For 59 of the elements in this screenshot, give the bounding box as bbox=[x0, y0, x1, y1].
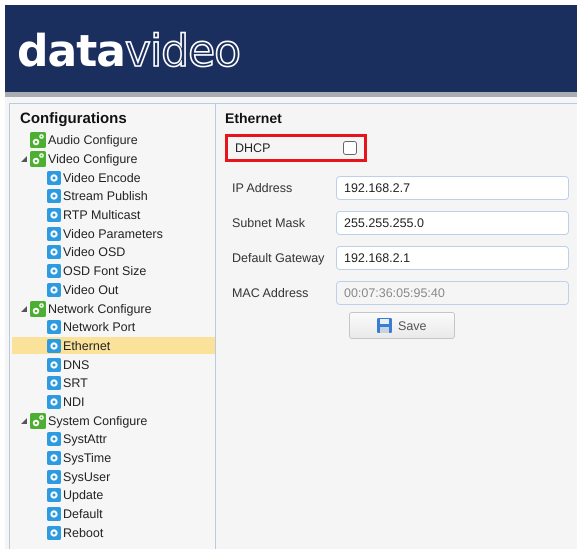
tree-item[interactable]: RTP Multicast bbox=[47, 206, 144, 224]
expanded-icon[interactable] bbox=[21, 306, 27, 312]
field-label: Subnet Mask bbox=[231, 216, 306, 230]
tree-item[interactable]: Ethernet bbox=[12, 337, 215, 354]
gear-icon bbox=[47, 394, 61, 409]
text-field[interactable]: 192.168.2.7 bbox=[336, 176, 569, 200]
gear-icon bbox=[47, 208, 61, 222]
gears-icon bbox=[30, 300, 46, 317]
gear-icon bbox=[47, 189, 61, 204]
tree-item[interactable]: Default bbox=[47, 506, 107, 523]
gear-icon bbox=[47, 226, 61, 241]
gear-icon bbox=[47, 470, 61, 484]
gear-icon bbox=[47, 358, 61, 372]
tree-item[interactable]: Video Out bbox=[47, 281, 122, 298]
tree-item[interactable]: OSD Font Size bbox=[47, 262, 150, 280]
tree-item[interactable]: Update bbox=[47, 486, 108, 504]
tree-item[interactable]: Video Configure bbox=[30, 150, 142, 168]
tree-item[interactable]: Video Parameters bbox=[47, 225, 167, 242]
gear-icon bbox=[47, 507, 61, 522]
gear-icon bbox=[47, 432, 61, 446]
tree-item[interactable]: SysUser bbox=[47, 468, 114, 486]
gear-icon bbox=[47, 526, 61, 540]
tree-item[interactable]: Stream Publish bbox=[47, 188, 152, 205]
gear-icon bbox=[47, 376, 61, 390]
tree-item[interactable]: NDI bbox=[47, 393, 89, 410]
dhcp-checkbox[interactable]: DHCP bbox=[225, 134, 367, 162]
gears-icon bbox=[30, 132, 46, 148]
gears-icon bbox=[30, 151, 46, 168]
gear-icon bbox=[47, 245, 61, 260]
field-label: MAC Address bbox=[231, 286, 310, 300]
gear-icon bbox=[47, 488, 61, 502]
section-title: Ethernet bbox=[225, 110, 283, 126]
sidebar-title: Configurations bbox=[20, 110, 128, 127]
gear-icon bbox=[47, 451, 61, 466]
field-label: Default Gateway bbox=[231, 250, 326, 264]
tree-item[interactable]: Video OSD bbox=[47, 244, 130, 261]
gear-icon bbox=[47, 170, 61, 185]
expanded-icon[interactable] bbox=[21, 156, 27, 162]
gear-icon bbox=[47, 338, 61, 353]
save-button[interactable]: Save bbox=[349, 312, 454, 339]
tree-item[interactable]: Video Encode bbox=[47, 169, 145, 186]
gear-icon bbox=[47, 264, 61, 278]
gear-icon bbox=[47, 282, 61, 297]
tree-item[interactable]: System Configure bbox=[30, 412, 152, 430]
gears-icon bbox=[30, 412, 46, 429]
tree-item[interactable]: DNS bbox=[47, 356, 94, 374]
gear-icon bbox=[47, 320, 61, 334]
tree-item[interactable]: SysTime bbox=[47, 450, 116, 467]
tree-item[interactable]: SRT bbox=[47, 374, 92, 392]
tree-item[interactable]: Reboot bbox=[47, 524, 108, 542]
expanded-icon[interactable] bbox=[21, 418, 27, 424]
logo: datavideo bbox=[17, 30, 240, 74]
tree-item[interactable]: SystAttr bbox=[47, 430, 111, 448]
tree-item[interactable]: Network Port bbox=[47, 318, 140, 336]
text-field[interactable]: 255.255.255.0 bbox=[336, 210, 569, 234]
tree-item[interactable]: Audio Configure bbox=[30, 132, 142, 149]
field-label: IP Address bbox=[231, 180, 294, 194]
text-field[interactable]: 192.168.2.1 bbox=[336, 246, 569, 270]
tree-item[interactable]: Network Configure bbox=[30, 300, 156, 318]
